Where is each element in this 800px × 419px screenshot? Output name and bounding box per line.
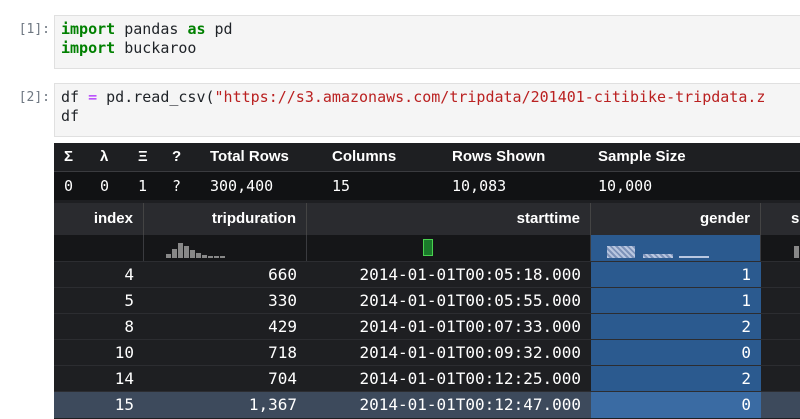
code-token: import xyxy=(61,20,116,38)
status-bar-values: 0 0 1? 300,400 15 10,083 10,000 xyxy=(54,172,800,200)
cell-2-prompt: [2]: xyxy=(18,90,50,105)
status-header: Σ xyxy=(64,148,74,165)
status-header: ? xyxy=(172,148,182,165)
code-token: buckaroo xyxy=(115,39,197,57)
table-cell[interactable]: 2014-01-01T00:12:25.000 xyxy=(307,366,591,392)
code-token: as xyxy=(187,20,206,38)
histogram-starttime xyxy=(307,235,591,261)
code-token: df xyxy=(61,107,80,125)
status-header: Columns xyxy=(332,148,397,165)
status-value: 300,400 xyxy=(210,177,274,195)
code-token: df xyxy=(61,88,89,106)
col-header-tripduration[interactable]: tripduration xyxy=(144,203,307,235)
status-bar-headers: Σλ Ξ? Total Rows Columns Rows Shown Sample Si… xyxy=(54,143,800,172)
code-token: = xyxy=(88,88,98,106)
table-cell[interactable]: 14 xyxy=(54,366,144,392)
histogram-gender xyxy=(591,235,761,261)
histogram-s xyxy=(761,235,800,261)
code-cell-1[interactable]: import pandas as pd import buckaroo xyxy=(54,15,800,69)
table-cell[interactable]: 5 xyxy=(54,288,144,314)
table-cell[interactable]: 704 xyxy=(144,366,307,392)
table-cell[interactable]: 429 xyxy=(144,314,307,340)
col-header-gender[interactable]: gender xyxy=(591,203,761,235)
table-cell[interactable]: 2014-01-01T00:12:47.000 xyxy=(307,392,591,418)
grid-header-row: index tripduration starttime gender s xyxy=(54,203,800,235)
table-cell[interactable]: 2014-01-01T00:09:32.000 xyxy=(307,340,591,366)
table-cell[interactable]: 0 xyxy=(591,392,761,418)
status-value: 15 xyxy=(332,177,351,195)
status-value: 0 xyxy=(100,177,110,195)
table-cell[interactable]: 660 xyxy=(144,262,307,288)
status-value: 0 xyxy=(64,177,74,195)
status-value: 10,083 xyxy=(452,177,507,195)
table-cell[interactable]: 2014-01-01T00:05:55.000 xyxy=(307,288,591,314)
table-cell[interactable]: 2014-01-01T00:05:18.000 xyxy=(307,262,591,288)
table-cell[interactable]: 2 xyxy=(591,366,761,392)
cell-1-prompt: [1]: xyxy=(18,22,50,37)
status-value: 10,000 xyxy=(598,177,653,195)
col-header-index[interactable]: index xyxy=(54,203,144,235)
table-row[interactable]: 14 704 2014-01-01T00:12:25.000 2 xyxy=(54,365,800,392)
table-cell[interactable]: 1 xyxy=(591,288,761,314)
buckaroo-widget: Σλ Ξ? Total Rows Columns Rows Shown Sample Si… xyxy=(54,143,800,419)
histogram-index xyxy=(54,235,144,261)
code-token: "https://s3.amazonaws.com/tripdata/20140… xyxy=(214,88,766,106)
status-header: λ xyxy=(100,148,109,165)
code-token: pd xyxy=(205,20,233,38)
code-token: pd.read_csv( xyxy=(97,88,215,106)
table-row[interactable]: 15 1,367 2014-01-01T00:12:47.000 0 xyxy=(54,391,800,418)
table-row[interactable]: 4 660 2014-01-01T00:05:18.000 1 xyxy=(54,261,800,288)
table-row[interactable]: 8 429 2014-01-01T00:07:33.000 2 xyxy=(54,313,800,340)
table-cell[interactable]: 718 xyxy=(144,340,307,366)
status-header: Ξ xyxy=(138,148,148,165)
table-row[interactable]: 10 718 2014-01-01T00:09:32.000 0 xyxy=(54,339,800,366)
table-cell[interactable]: 2014-01-01T00:07:33.000 xyxy=(307,314,591,340)
table-cell[interactable]: 330 xyxy=(144,288,307,314)
status-value: 1 xyxy=(138,177,148,195)
table-row[interactable]: 5 330 2014-01-01T00:05:55.000 1 xyxy=(54,287,800,314)
status-header: Total Rows xyxy=(210,148,289,165)
status-header: Sample Size xyxy=(598,148,686,165)
code-line: df = pd.read_csv("https://s3.amazonaws.c… xyxy=(61,88,800,107)
table-cell[interactable]: 10 xyxy=(54,340,144,366)
histogram-tripduration xyxy=(144,235,307,261)
table-cell[interactable]: 1 xyxy=(591,262,761,288)
code-cell-2[interactable]: df = pd.read_csv("https://s3.amazonaws.c… xyxy=(54,83,800,137)
table-cell[interactable]: 0 xyxy=(591,340,761,366)
table-cell[interactable]: 8 xyxy=(54,314,144,340)
code-token: import xyxy=(61,39,116,57)
code-line: import pandas as pd xyxy=(61,20,800,39)
table-cell[interactable]: 4 xyxy=(54,262,144,288)
code-token: pandas xyxy=(115,20,188,38)
histogram-row xyxy=(54,235,800,261)
code-line: df xyxy=(61,107,800,126)
status-value: ? xyxy=(172,177,182,195)
table-cell[interactable]: 2 xyxy=(591,314,761,340)
table-cell[interactable]: 1,367 xyxy=(144,392,307,418)
status-header: Rows Shown xyxy=(452,148,546,165)
table-cell[interactable]: 15 xyxy=(54,392,144,418)
col-header-s[interactable]: s xyxy=(761,203,800,235)
col-header-starttime[interactable]: starttime xyxy=(307,203,591,235)
code-line: import buckaroo xyxy=(61,39,800,58)
